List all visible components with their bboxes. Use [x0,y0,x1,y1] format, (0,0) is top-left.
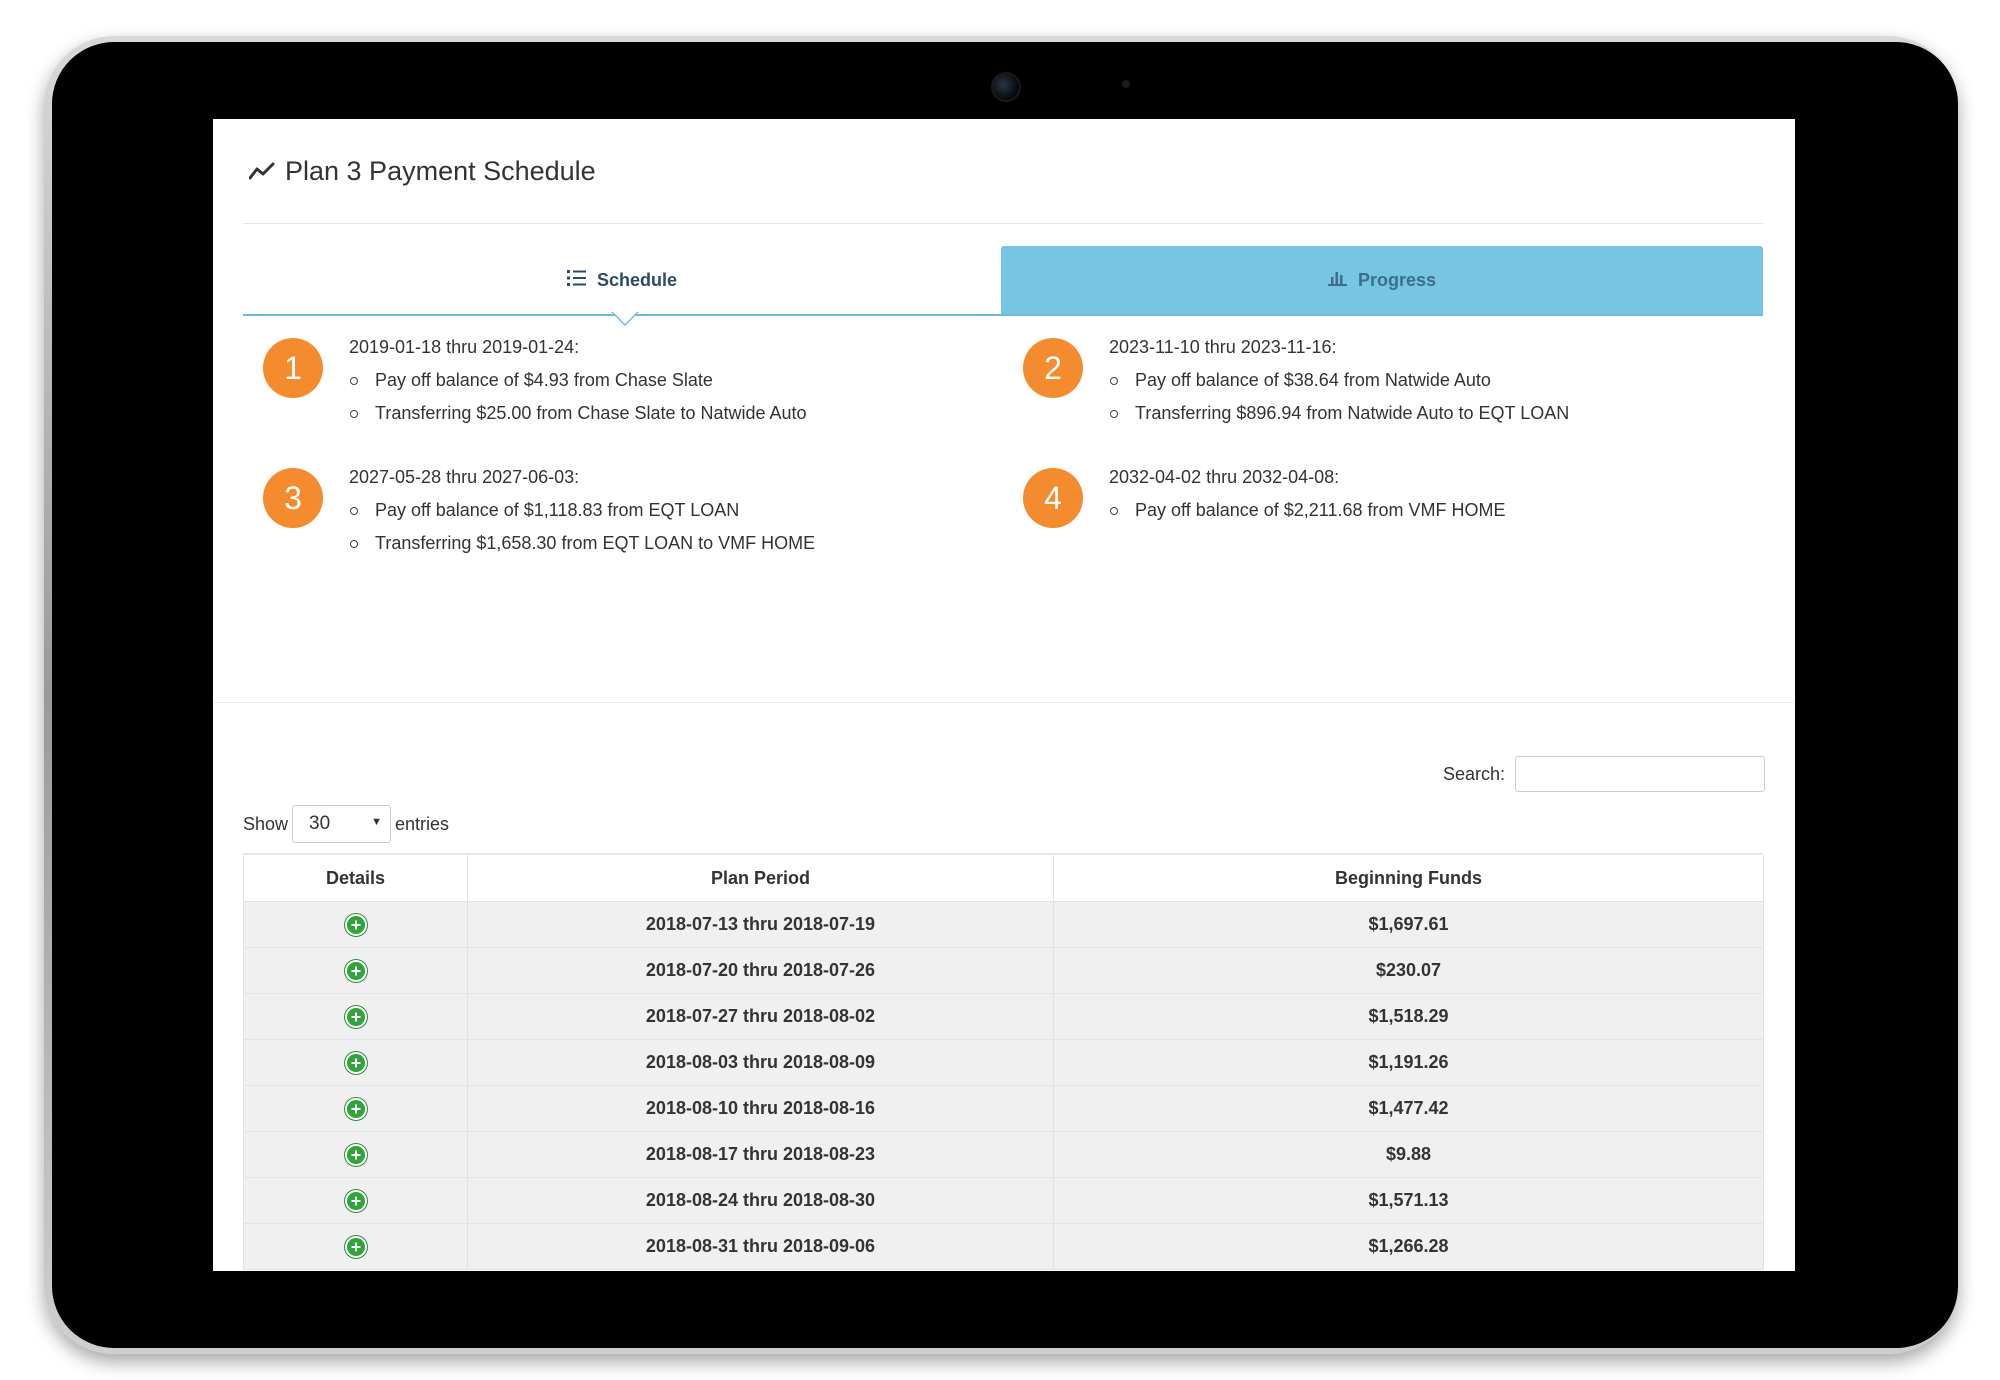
entries-value: 30 [309,813,331,834]
details-cell [243,901,468,948]
plan-period-cell: 2018-07-20 thru 2018-07-26 [467,947,1054,994]
tab-bar: Schedule Progress [243,246,1763,326]
plan-period-cell: 2018-08-24 thru 2018-08-30 [467,1177,1054,1224]
search-box: Search: [1443,756,1765,792]
tab-schedule-label: Schedule [596,269,678,290]
milestone-date: 2019-01-18 thru 2019-01-24: [349,337,580,357]
table-row: 2018-08-24 thru 2018-08-30 $1,571.13 [243,1177,1764,1224]
tablet-screen: Plan 3 Payment Schedule Schedule Progres… [213,119,1795,1271]
plan-period-cell: 2018-08-10 thru 2018-08-16 [467,1085,1054,1132]
tab-schedule[interactable]: Schedule [243,246,1001,314]
plan-period-cell: 2018-07-27 thru 2018-08-02 [467,993,1054,1040]
column-header-plan-period[interactable]: Plan Period [467,855,1054,902]
entries-select[interactable]: 30 ▼ [292,805,392,843]
schedule-table: Details Plan Period Beginning Funds 2018… [243,853,1764,1270]
expand-row-icon[interactable] [344,1005,367,1028]
details-cell [243,947,468,994]
expand-row-icon[interactable] [344,913,367,936]
milestone-actions: Pay off balance of $2,211.68 from VMF HO… [1109,494,1759,527]
milestone-actions: Pay off balance of $1,118.83 from EQT LO… [349,494,999,560]
milestone-date: 2027-05-28 thru 2027-06-03: [349,467,580,487]
table-row: 2018-08-10 thru 2018-08-16 $1,477.42 [243,1085,1764,1132]
list-icon [566,269,587,292]
expand-row-icon[interactable] [344,959,367,982]
table-header-row: Details Plan Period Beginning Funds [243,855,1764,902]
beginning-funds-cell: $1,266.28 [1053,1223,1764,1270]
plan-period-cell: 2018-08-03 thru 2018-08-09 [467,1039,1054,1086]
expand-row-icon[interactable] [344,1097,367,1120]
milestone-action: Pay off balance of $1,118.83 from EQT LO… [349,494,999,527]
table-row: 2018-07-27 thru 2018-08-02 $1,518.29 [243,993,1764,1040]
tab-progress-label: Progress [1357,269,1437,290]
beginning-funds-cell: $9.88 [1053,1131,1764,1178]
table-row: 2018-08-03 thru 2018-08-09 $1,191.26 [243,1039,1764,1086]
beginning-funds-cell: $1,571.13 [1053,1177,1764,1224]
table-row: 2018-08-17 thru 2018-08-23 $9.88 [243,1131,1764,1178]
chevron-down-icon: ▼ [371,816,383,828]
milestone-date: 2032-04-02 thru 2032-04-08: [1109,467,1340,487]
milestone-number-badge: 2 [1023,338,1083,398]
beginning-funds-cell: $1,191.26 [1053,1039,1764,1086]
milestone-action: Pay off balance of $2,211.68 from VMF HO… [1109,494,1759,527]
plan-period-cell: 2018-07-13 thru 2018-07-19 [467,901,1054,948]
details-cell [243,993,468,1040]
column-header-beginning-funds[interactable]: Beginning Funds [1053,855,1764,902]
milestone-action: Transferring $25.00 from Chase Slate to … [349,397,999,430]
details-cell [243,1085,468,1132]
section-divider [213,702,1795,703]
milestone-number-badge: 4 [1023,468,1083,528]
details-cell [243,1223,468,1270]
entries-label: entries [395,813,450,834]
milestone-number-badge: 1 [263,338,323,398]
bar-chart-icon [1327,270,1348,291]
table-row: 2018-07-20 thru 2018-07-26 $230.07 [243,947,1764,994]
expand-row-icon[interactable] [344,1051,367,1074]
plan-period-cell: 2018-08-31 thru 2018-09-06 [467,1223,1054,1270]
search-label: Search: [1442,763,1505,784]
search-input[interactable] [1515,756,1765,792]
line-chart-icon [249,162,275,180]
details-cell [243,1177,468,1224]
milestone-actions: Pay off balance of $38.64 from Natwide A… [1109,364,1759,430]
page-length-control: Show 30 ▼ entries [243,805,449,843]
beginning-funds-cell: $1,697.61 [1053,901,1764,948]
details-cell [243,1131,468,1178]
tab-progress[interactable]: Progress [1001,246,1763,314]
milestone-actions: Pay off balance of $4.93 from Chase Slat… [349,364,999,430]
details-cell [243,1039,468,1086]
table-row: 2018-08-31 thru 2018-09-06 $1,266.28 [243,1223,1764,1270]
table-row: 2018-07-13 thru 2018-07-19 $1,697.61 [243,901,1764,948]
milestone-action: Pay off balance of $4.93 from Chase Slat… [349,364,999,397]
milestone-action: Pay off balance of $38.64 from Natwide A… [1109,364,1759,397]
expand-row-icon[interactable] [344,1235,367,1258]
active-tab-pointer-fill [613,312,637,324]
sensor-dot [1122,80,1130,88]
camera-icon [991,72,1021,102]
beginning-funds-cell: $1,477.42 [1053,1085,1764,1132]
expand-row-icon[interactable] [344,1143,367,1166]
page-title: Plan 3 Payment Schedule [249,149,596,193]
plan-period-cell: 2018-08-17 thru 2018-08-23 [467,1131,1054,1178]
column-header-details[interactable]: Details [243,855,468,902]
milestone-number-badge: 3 [263,468,323,528]
milestone-action: Transferring $896.94 from Natwide Auto t… [1109,397,1759,430]
expand-row-icon[interactable] [344,1189,367,1212]
show-label: Show [243,813,289,834]
beginning-funds-cell: $1,518.29 [1053,993,1764,1040]
milestone-action: Transferring $1,658.30 from EQT LOAN to … [349,527,999,560]
page-title-text: Plan 3 Payment Schedule [285,155,596,186]
beginning-funds-cell: $230.07 [1053,947,1764,994]
divider [243,223,1763,224]
milestone-date: 2023-11-10 thru 2023-11-16: [1109,337,1337,357]
